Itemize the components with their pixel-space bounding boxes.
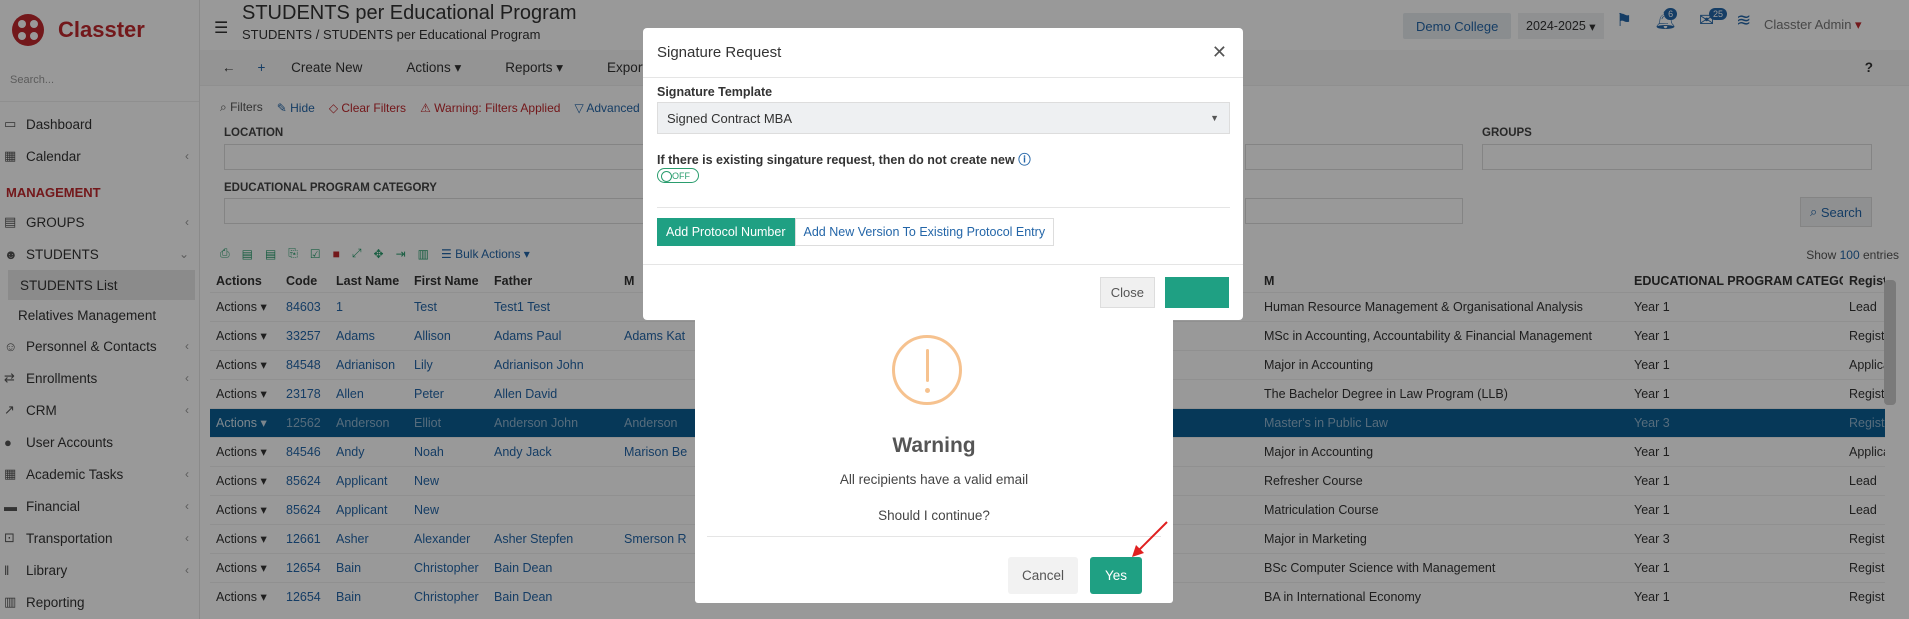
existing-request-toggle[interactable]: OFF bbox=[657, 168, 699, 183]
warning-message: All recipients have a valid email bbox=[839, 472, 1029, 487]
divider bbox=[657, 207, 1230, 208]
warning-dialog: Warning All recipients have a valid emai… bbox=[695, 308, 1173, 603]
create-button[interactable] bbox=[1165, 277, 1229, 308]
add-protocol-number-button[interactable]: Add Protocol Number bbox=[657, 218, 795, 246]
warning-question: Should I continue? bbox=[878, 508, 990, 523]
template-label: Signature Template bbox=[657, 85, 773, 99]
caret-down-icon: ▼ bbox=[1210, 113, 1219, 123]
protocol-buttons: Add Protocol Number Add New Version To E… bbox=[657, 218, 1055, 246]
add-new-version-button[interactable]: Add New Version To Existing Protocol Ent… bbox=[794, 218, 1055, 246]
close-button[interactable]: Close bbox=[1099, 277, 1155, 308]
modal-title: Signature Request bbox=[643, 28, 1243, 78]
existing-request-label: If there is existing singature request, … bbox=[657, 153, 1031, 167]
template-select[interactable]: Signed Contract MBA ▼ bbox=[657, 102, 1230, 134]
annotation-arrow-icon bbox=[1132, 521, 1168, 557]
warning-title: Warning bbox=[892, 434, 976, 457]
cancel-button[interactable]: Cancel bbox=[1008, 557, 1078, 594]
divider bbox=[707, 536, 1161, 537]
yes-button[interactable]: Yes bbox=[1090, 557, 1142, 594]
close-icon[interactable]: ✕ bbox=[1212, 42, 1227, 63]
warning-icon bbox=[892, 335, 962, 405]
signature-request-modal: Signature Request ✕ Signature Template S… bbox=[643, 28, 1243, 320]
info-icon: ⓘ bbox=[1018, 153, 1031, 167]
